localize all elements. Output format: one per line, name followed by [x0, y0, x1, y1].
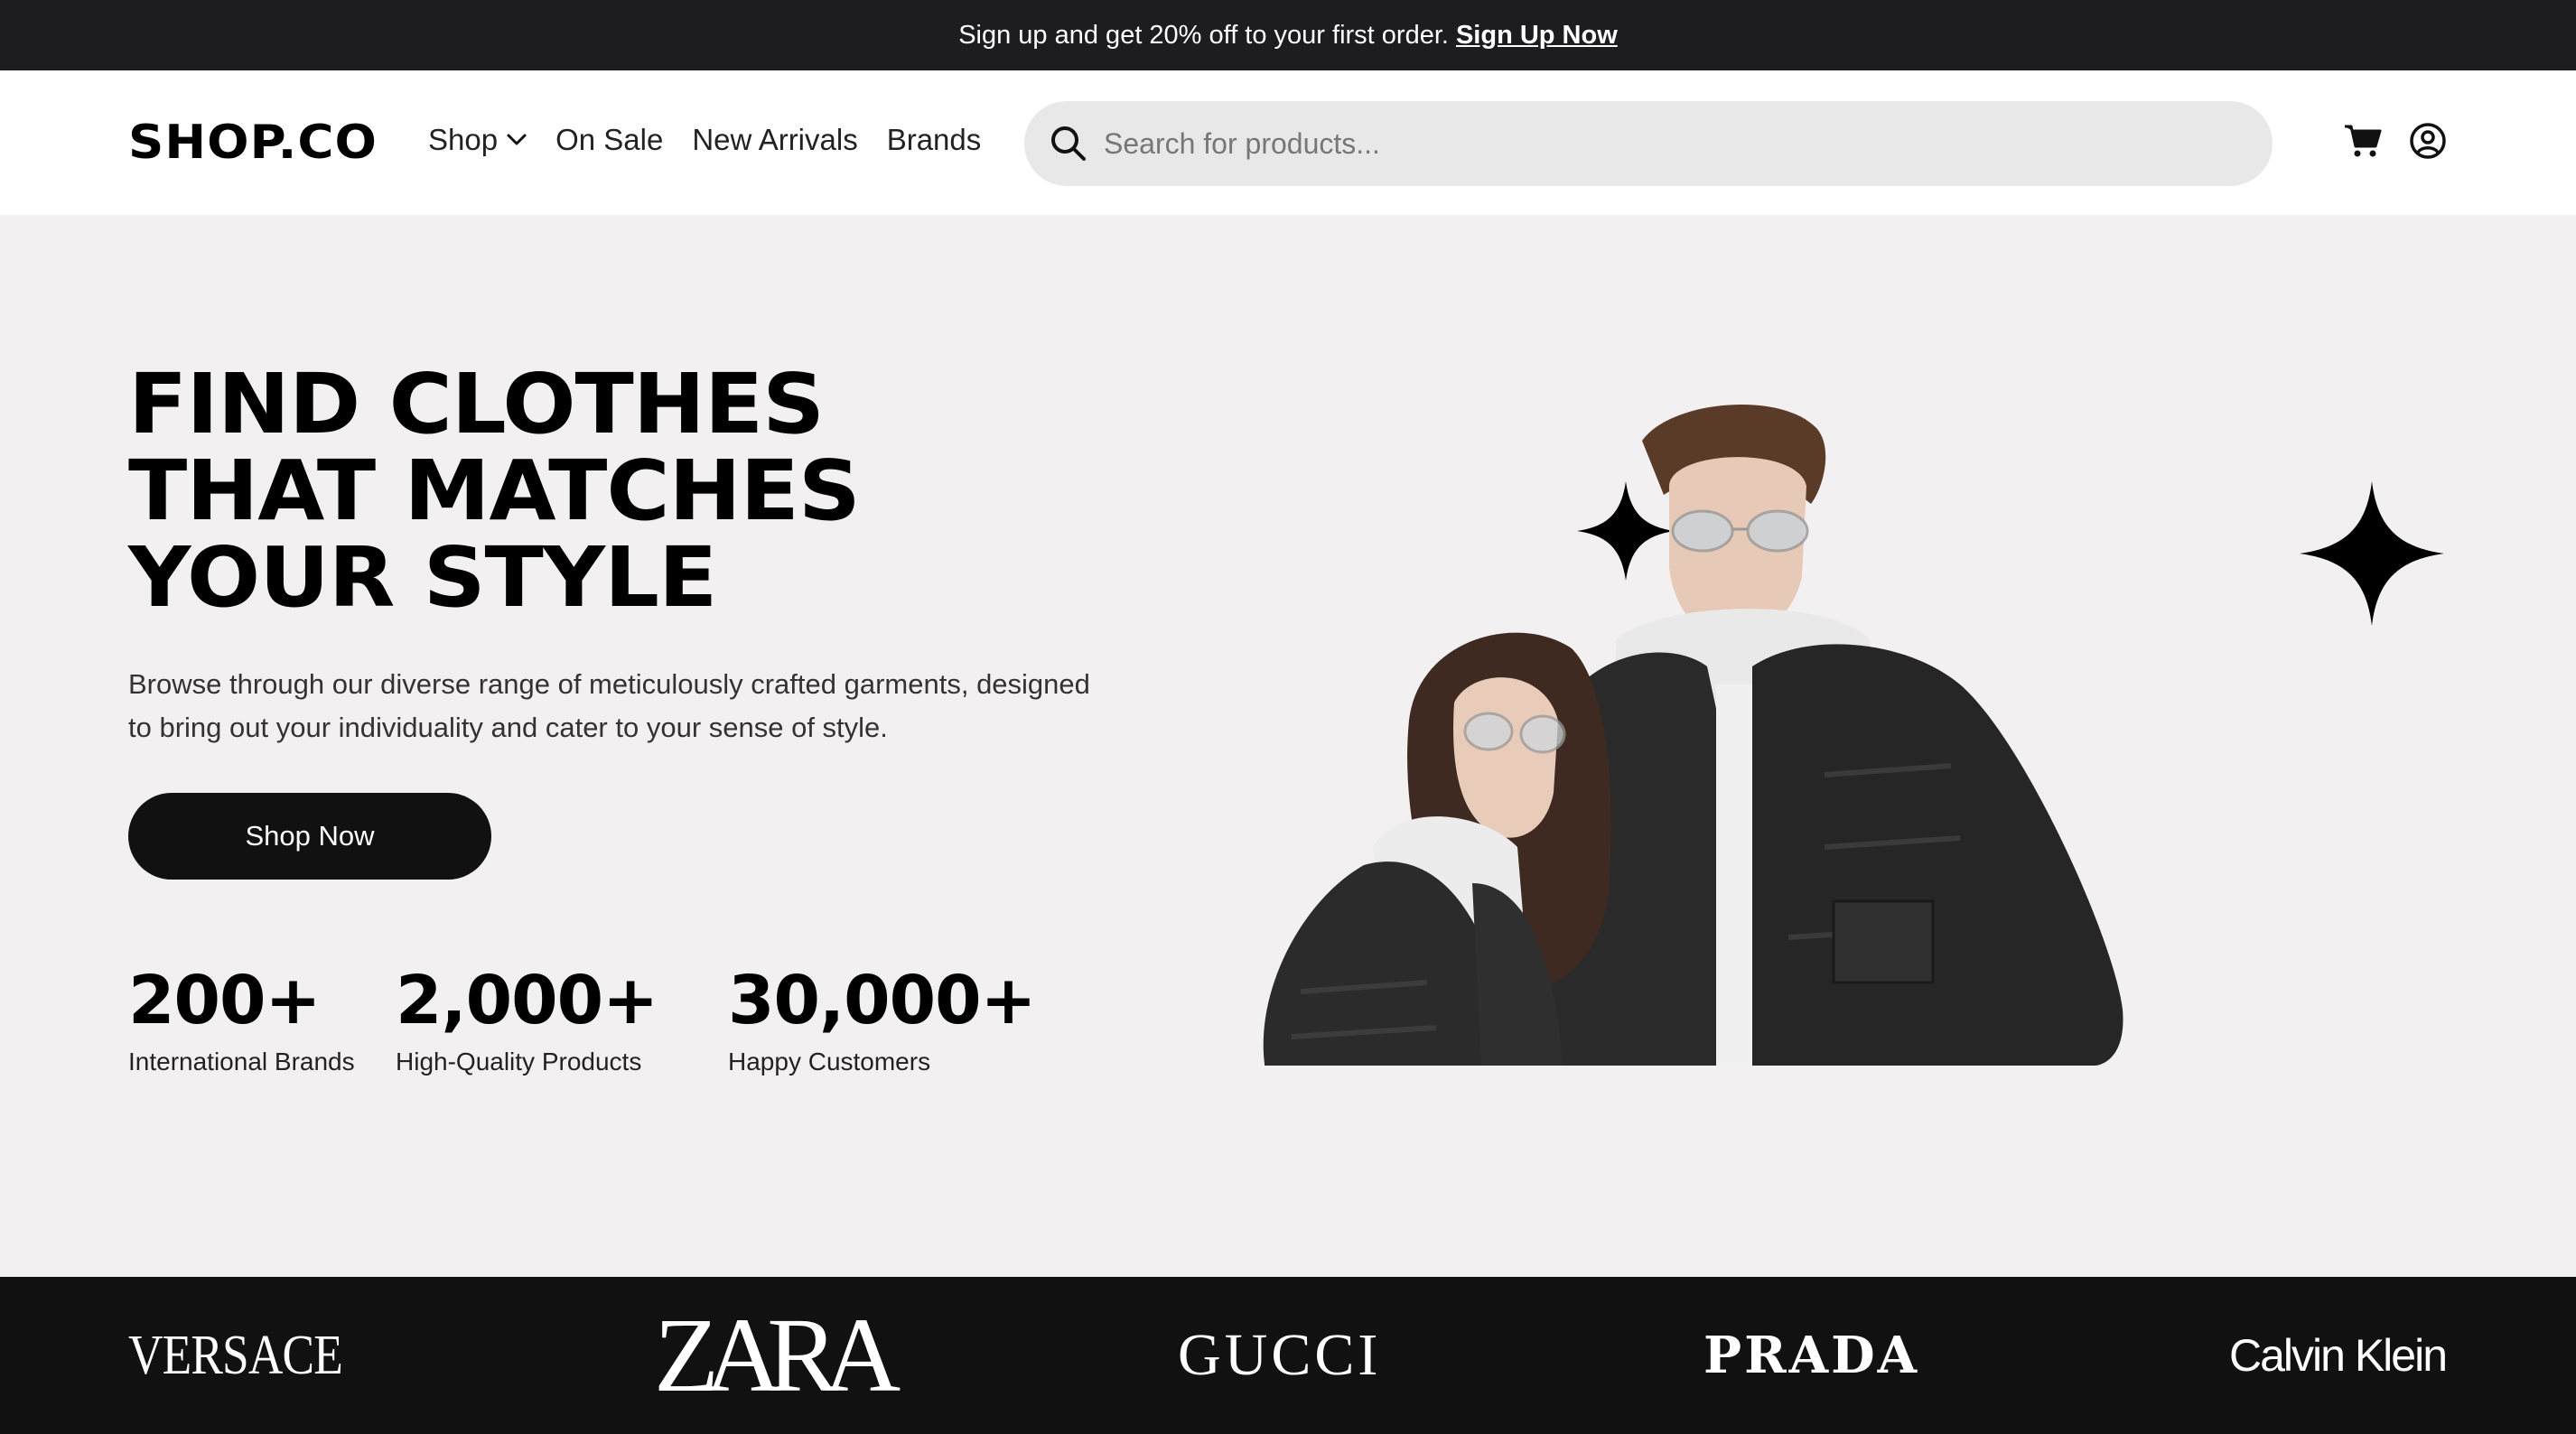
brand-logo-zara[interactable]: ZARA	[654, 1277, 901, 1434]
search-icon	[1051, 126, 1086, 161]
chevron-down-icon	[507, 134, 527, 145]
user-account-icon[interactable]	[2408, 121, 2448, 161]
promo-text: Sign up and get 20% off to your first or…	[958, 20, 1449, 50]
headline-line: THAT MATCHES	[128, 442, 861, 539]
description-line: Browse through our diverse range of meti…	[128, 668, 1090, 700]
nav-item-shop[interactable]: Shop	[428, 123, 527, 157]
sparkle-icon	[1577, 481, 1675, 581]
nav-item-brands[interactable]: Brands	[887, 123, 982, 157]
stat-value: 200+	[128, 962, 321, 1039]
brand-strip: VERSACE ZARA GUCCI PRADA Calvin Klein	[0, 1277, 2576, 1434]
sign-up-link[interactable]: Sign Up Now	[1456, 21, 1618, 51]
brand-logo-gucci[interactable]: GUCCI	[1178, 1277, 1381, 1434]
stat-value: 2,000+	[396, 962, 658, 1039]
stat-customers: 30,000+ Happy Customers	[728, 962, 1037, 1076]
promo-bar: Sign up and get 20% off to your first or…	[0, 0, 2576, 70]
hero-headline: FIND CLOTHES THAT MATCHES YOUR STYLE	[128, 356, 861, 626]
stat-brands: 200+ International Brands	[128, 964, 355, 1076]
stat-label: Happy Customers	[728, 1048, 931, 1076]
site-logo[interactable]: SHOP.CO	[128, 116, 378, 170]
shop-now-button[interactable]: Shop Now	[128, 793, 491, 880]
nav-item-label: Shop	[428, 123, 499, 156]
nav-item-label: On Sale	[555, 123, 664, 156]
hero-description: Browse through our diverse range of meti…	[128, 663, 1122, 750]
description-line: to bring out your individuality and cate…	[128, 712, 888, 743]
headline-line: YOUR STYLE	[128, 529, 717, 626]
search-bar[interactable]	[1024, 101, 2273, 186]
hero-section: FIND CLOTHES THAT MATCHES YOUR STYLE Bro…	[0, 215, 2576, 1277]
hero-models-image	[1263, 404, 2444, 1066]
headline-line: FIND CLOTHES	[128, 356, 825, 452]
stat-label: International Brands	[128, 1048, 355, 1076]
brand-logo-prada[interactable]: PRADA	[1703, 1277, 1919, 1434]
nav-item-label: Brands	[886, 123, 982, 156]
sparkle-icon	[2300, 481, 2444, 626]
search-input[interactable]	[1102, 126, 2186, 162]
brand-logo-calvin-klein[interactable]: Calvin Klein	[2229, 1277, 2448, 1434]
stat-products: 2,000+ High-Quality Products	[396, 964, 658, 1076]
main-nav: Shop On Sale New Arrivals Brands	[428, 123, 1010, 157]
cart-icon[interactable]	[2343, 121, 2383, 161]
stat-label: High-Quality Products	[396, 1048, 642, 1076]
site-header: SHOP.CO Shop On Sale New Arrivals Brands	[0, 70, 2576, 215]
nav-item-new-arrivals[interactable]: New Arrivals	[692, 123, 857, 157]
stat-value: 30,000+	[728, 962, 1037, 1039]
nav-item-on-sale[interactable]: On Sale	[555, 123, 663, 157]
brand-logo-versace[interactable]: VERSACE	[128, 1277, 343, 1434]
nav-item-label: New Arrivals	[692, 123, 858, 156]
